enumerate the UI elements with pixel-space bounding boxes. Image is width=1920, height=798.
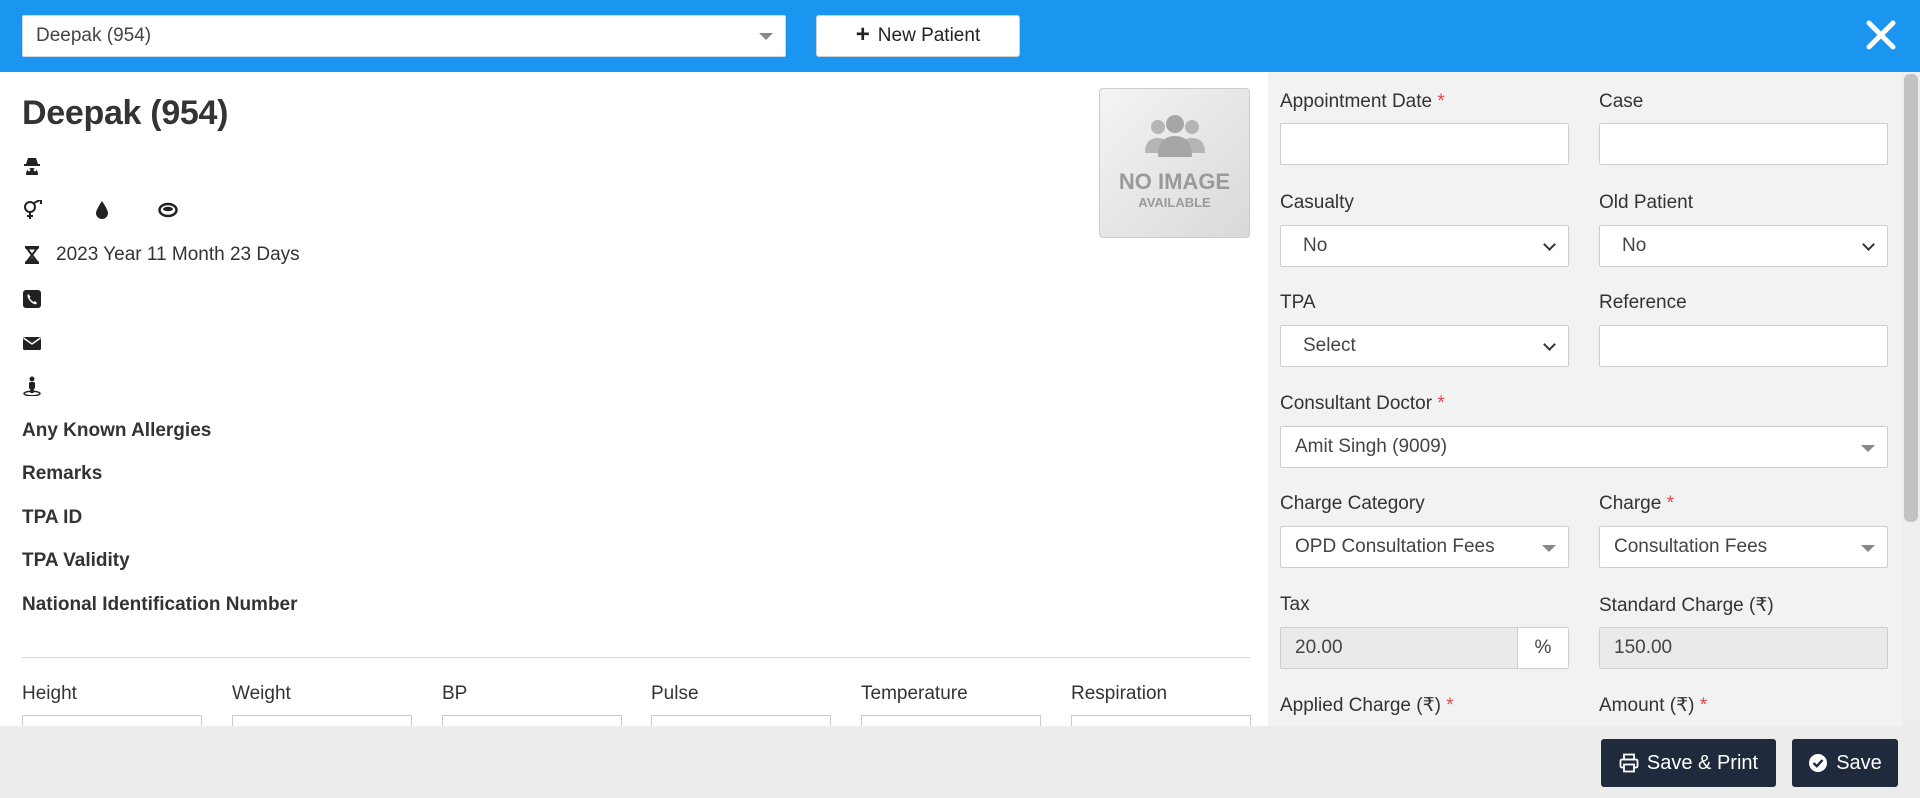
consultant-doctor-select[interactable]: Amit Singh (9009) [1280, 426, 1888, 468]
gender-blood-row [22, 200, 178, 220]
printer-icon [1619, 753, 1639, 773]
tpa-value: Select [1303, 335, 1356, 356]
patient-name: Deepak (954) [22, 94, 229, 132]
address-row [22, 376, 42, 396]
standard-charge-input: 150.00 [1599, 627, 1888, 669]
percent-addon: % [1517, 628, 1568, 668]
blood-drop-icon [96, 201, 108, 219]
standard-charge-label: Standard Charge (₹) [1599, 595, 1774, 616]
no-image-text: NO IMAGE [1118, 169, 1231, 194]
hourglass-icon [24, 246, 40, 264]
phone-icon [23, 290, 41, 308]
chevron-down-icon [1542, 545, 1556, 552]
patient-details-panel: Deepak (954) NO IMAGE AVAILABLE 2023 Yea… [0, 72, 1268, 726]
reference-label: Reference [1599, 292, 1687, 313]
bp-label: BP [442, 683, 468, 704]
charge-select[interactable]: Consultation Fees [1599, 526, 1888, 568]
envelope-icon [23, 337, 41, 350]
close-icon[interactable] [1862, 16, 1900, 54]
people-icon [1145, 115, 1205, 157]
guardian-row [22, 156, 42, 176]
chevron-down-icon [1543, 338, 1556, 351]
save-print-button[interactable]: Save & Print [1601, 739, 1776, 787]
old-patient-label: Old Patient [1599, 192, 1693, 213]
tax-label: Tax [1280, 594, 1310, 615]
patient-select-value: Deepak (954) [36, 25, 152, 46]
weight-label: Weight [232, 683, 291, 704]
charge-value: Consultation Fees [1614, 536, 1768, 557]
modal-footer: Save & Print Save [0, 726, 1920, 798]
new-patient-button[interactable]: + New Patient [816, 15, 1020, 57]
patient-select[interactable]: Deepak (954) [22, 15, 786, 57]
chevron-down-icon [1861, 445, 1875, 452]
available-text: AVAILABLE [1138, 195, 1211, 210]
tpa-select[interactable]: Select [1280, 325, 1569, 367]
height-label: Height [22, 683, 77, 704]
chevron-down-icon [1861, 545, 1875, 552]
tpa-validity-label: TPA Validity [22, 550, 130, 571]
allergies-label: Any Known Allergies [22, 420, 212, 441]
divider [22, 657, 1250, 658]
phone-row [22, 289, 42, 309]
street-view-icon [23, 376, 41, 396]
save-print-label: Save & Print [1646, 751, 1759, 774]
casualty-value: No [1303, 235, 1328, 256]
pulse-label: Pulse [651, 683, 699, 704]
guardian-icon [24, 158, 40, 175]
national-id-label: National Identification Number [22, 594, 298, 615]
tax-value: 20.00 [1295, 637, 1343, 658]
respiration-label: Respiration [1071, 683, 1168, 704]
ring-icon [158, 202, 178, 218]
tpa-id-label: TPA ID [22, 507, 83, 528]
age-row: 2023 Year 11 Month 23 Days [22, 244, 300, 266]
patient-photo: NO IMAGE AVAILABLE [1099, 88, 1250, 238]
remarks-label: Remarks [22, 463, 103, 484]
save-button[interactable]: Save [1792, 739, 1898, 787]
appointment-date-input[interactable] [1280, 123, 1569, 165]
case-input[interactable] [1599, 123, 1888, 165]
tax-input: 20.00 % [1280, 627, 1569, 669]
charge-label: Charge * [1599, 493, 1675, 514]
scrollbar-thumb[interactable] [1904, 74, 1918, 522]
reference-input[interactable] [1599, 325, 1888, 367]
save-label: Save [1836, 751, 1882, 774]
temperature-label: Temperature [861, 683, 968, 704]
check-circle-icon [1809, 754, 1828, 772]
casualty-select[interactable]: No [1280, 225, 1569, 267]
email-row [22, 333, 42, 353]
charge-category-value: OPD Consultation Fees [1295, 536, 1495, 557]
chevron-down-icon [1543, 238, 1556, 251]
scrollbar[interactable] [1902, 72, 1920, 726]
tpa-label: TPA [1280, 292, 1316, 313]
charge-category-select[interactable]: OPD Consultation Fees [1280, 526, 1569, 568]
gender-icon [24, 200, 42, 219]
chevron-down-icon [1862, 238, 1875, 251]
charge-category-label: Charge Category [1280, 493, 1425, 514]
amount-label: Amount (₹) * [1599, 695, 1708, 716]
old-patient-select[interactable]: No [1599, 225, 1888, 267]
patient-age: 2023 Year 11 Month 23 Days [56, 244, 300, 265]
plus-icon: + [855, 21, 870, 48]
consultant-doctor-value: Amit Singh (9009) [1295, 436, 1448, 457]
modal-header: Deepak (954) + New Patient [0, 0, 1920, 72]
casualty-label: Casualty [1280, 192, 1354, 213]
new-patient-label: New Patient [877, 25, 981, 46]
applied-charge-label: Applied Charge (₹) * [1280, 695, 1454, 716]
appointment-date-label: Appointment Date * [1280, 91, 1445, 112]
old-patient-value: No [1622, 235, 1647, 256]
consultant-doctor-label: Consultant Doctor * [1280, 393, 1445, 414]
case-label: Case [1599, 91, 1644, 112]
chevron-down-icon [759, 33, 773, 40]
